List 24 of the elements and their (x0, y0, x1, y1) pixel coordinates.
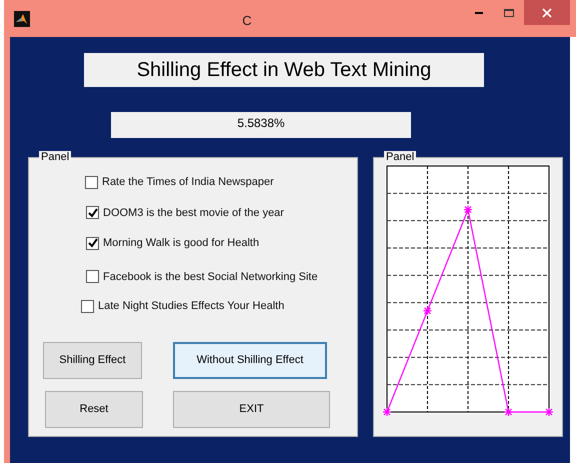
action-button[interactable]: Shilling Effect (43, 342, 142, 378)
action-button[interactable]: Without Shilling Effect (173, 342, 327, 378)
close-button[interactable] (524, 0, 570, 25)
checkbox-label: Rate the Times of India Newspaper (102, 175, 274, 190)
check-icon (88, 238, 98, 248)
checkbox-label: Late Night Studies Effects Your Health (98, 299, 284, 314)
checkbox[interactable] (85, 176, 98, 189)
result-field: 5.5838% (111, 112, 411, 138)
checkbox[interactable] (86, 236, 99, 250)
checkbox[interactable] (86, 270, 99, 284)
panel-title: Panel (39, 151, 72, 163)
close-icon (542, 8, 552, 18)
checkbox[interactable] (86, 206, 99, 220)
window-title: C (241, 12, 253, 30)
app-logo-icon (14, 10, 30, 26)
checkbox[interactable] (81, 300, 94, 313)
action-button[interactable]: EXIT (173, 390, 330, 428)
heading: Shilling Effect in Web Text Mining (84, 53, 484, 87)
panel-title: Panel (384, 151, 416, 163)
check-icon (88, 208, 98, 218)
checkbox-label: Facebook is the best Social Networking Site (103, 270, 318, 284)
checkbox-label: DOOM3 is the best movie of the year (103, 206, 284, 220)
action-button[interactable]: Reset (45, 390, 143, 428)
checkbox-label: Morning Walk is good for Health (103, 236, 260, 251)
